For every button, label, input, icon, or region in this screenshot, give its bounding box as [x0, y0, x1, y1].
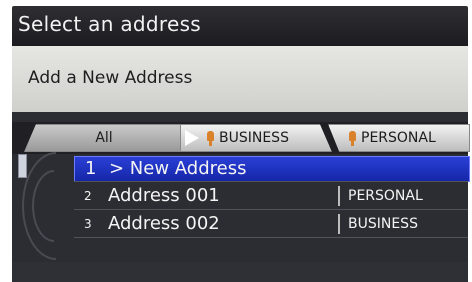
info-text: Add a New Address — [28, 68, 193, 88]
scroll-wheel[interactable] — [18, 152, 74, 260]
row-divider — [74, 209, 468, 210]
tab-business[interactable]: BUSINESS — [180, 124, 332, 152]
address-list-panel: All BUSINESS PERSONAL 1 > New Address 2 — [12, 112, 470, 262]
page-title: Select an address — [18, 12, 202, 36]
list-item-number: 1 — [85, 158, 97, 179]
title-bar: Select an address — [12, 6, 468, 46]
pin-icon — [207, 131, 214, 146]
list-item-number: 3 — [84, 217, 92, 231]
list-item-type: PERSONAL — [338, 186, 423, 206]
tab-strip: All BUSINESS PERSONAL — [12, 122, 470, 154]
tab-all-label: All — [95, 130, 113, 146]
list-item-name: Address 001 — [108, 185, 220, 206]
right-arrow-icon — [185, 130, 199, 146]
tab-all[interactable]: All — [24, 124, 184, 152]
tab-personal-label: PERSONAL — [361, 130, 436, 146]
row-divider — [74, 237, 468, 238]
footer-bar — [12, 262, 468, 282]
list-item-name: Address 002 — [108, 213, 220, 234]
tab-business-label: BUSINESS — [219, 130, 289, 146]
list-item[interactable]: 3 Address 002 BUSINESS — [74, 212, 468, 236]
row-divider — [74, 181, 468, 182]
list-item-type: BUSINESS — [338, 214, 418, 234]
list-item[interactable]: 2 Address 001 PERSONAL — [74, 184, 468, 208]
pin-icon — [349, 131, 356, 146]
navigation-screen: Select an address Add a New Address All … — [0, 0, 472, 282]
scroll-thumb[interactable] — [18, 154, 27, 178]
info-bar: Add a New Address — [12, 46, 468, 112]
list-item-name: > New Address — [109, 158, 247, 179]
tab-personal[interactable]: PERSONAL — [328, 124, 470, 152]
list-item[interactable]: 1 > New Address — [74, 156, 470, 182]
list-item-number: 2 — [84, 189, 92, 203]
